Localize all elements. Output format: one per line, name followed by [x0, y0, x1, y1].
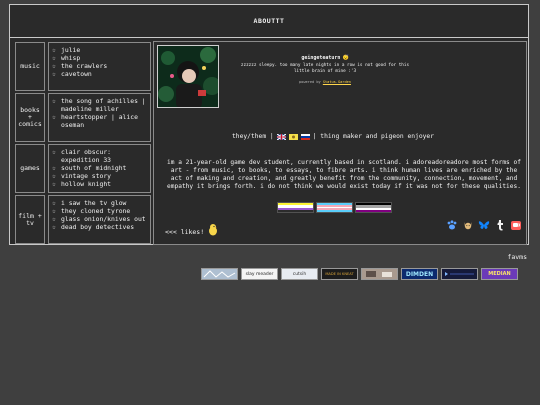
- bluesky-icon[interactable]: [478, 219, 490, 231]
- list-item: ☆ hollow knight: [52, 180, 112, 188]
- list-item: ☆ the crawlers: [52, 62, 108, 70]
- category-label: books + comics: [15, 93, 45, 142]
- fav-buttons-row: slay meader cutsih MADE IN KNEAT DIMDEN …: [201, 268, 518, 280]
- star-icon: ☆: [52, 172, 56, 180]
- category-label: music: [15, 42, 45, 91]
- sleepy-emoji-icon: 😴: [342, 55, 349, 61]
- fav-button[interactable]: DIMDEN: [401, 268, 438, 280]
- page-title: ABOUTTT: [10, 5, 528, 38]
- profile-panel: geingeteaturn 😴 zzzzzz sleepy. too many …: [153, 41, 527, 245]
- pride-banners: [277, 202, 392, 213]
- list-item: ☆ the song of achilles | madeline miller: [52, 97, 146, 113]
- fav-button[interactable]: slay meader: [241, 268, 278, 280]
- uk-flag-icon: [276, 133, 287, 140]
- status-widget: geingeteaturn 😴 zzzzzz sleepy. too many …: [232, 55, 418, 84]
- ace-flag-banner: [355, 202, 392, 213]
- star-icon: ☆: [52, 97, 56, 105]
- category-games: games ☆ clair obscur: expedition 33 ☆ sout…: [15, 144, 155, 193]
- list-item: ☆ clair obscur: expedition 33: [52, 148, 112, 164]
- fav-button[interactable]: MEDIAN: [481, 268, 518, 280]
- status-user: geingeteaturn 😴: [301, 55, 349, 61]
- cat-icon[interactable]: [462, 219, 474, 231]
- trans-flag-banner: [316, 202, 353, 213]
- category-list[interactable]: ☆ the song of achilles | madeline miller …: [48, 93, 151, 142]
- fav-button[interactable]: [201, 268, 238, 280]
- star-icon: ☆: [52, 223, 56, 231]
- list-item: ☆ julie: [52, 46, 81, 54]
- likes-link[interactable]: <<< likes!: [165, 223, 218, 236]
- fav-button[interactable]: [441, 268, 478, 280]
- list-item: ☆ vintage story: [52, 172, 112, 180]
- star-icon: ☆: [52, 207, 56, 215]
- star-icon: ☆: [52, 215, 56, 223]
- star-icon: ☆: [52, 46, 56, 54]
- category-music: music ☆ julie ☆ whisp ☆ the crawlers ☆ cavet…: [15, 42, 155, 91]
- category-list[interactable]: ☆ julie ☆ whisp ☆ the crawlers ☆ cavetown: [48, 42, 151, 91]
- star-icon: ☆: [52, 54, 56, 62]
- star-icon: ☆: [52, 180, 56, 188]
- star-icon: ☆: [52, 113, 56, 121]
- russia-flag-icon: [300, 133, 310, 140]
- nonbinary-flag-banner: [277, 202, 314, 213]
- status-credit: powered by Status.Garden: [299, 80, 351, 84]
- fav-button[interactable]: MADE IN KNEAT: [321, 268, 358, 280]
- star-icon: ☆: [52, 148, 56, 156]
- star-icon: ☆: [52, 164, 56, 172]
- category-film-tv: film + tv ☆ i saw the tv glow ☆ they clone…: [15, 195, 155, 244]
- list-item: ☆ i saw the tv glow: [52, 199, 127, 207]
- category-books-comics: books + comics ☆ the song of achilles | m…: [15, 93, 155, 142]
- category-label: games: [15, 144, 45, 193]
- fav-button[interactable]: [361, 268, 398, 280]
- favs-label: favms: [507, 253, 527, 261]
- bio-text: im a 21-year-old game dev student, curre…: [167, 159, 521, 190]
- list-item: ☆ cavetown: [52, 70, 92, 78]
- about-window: ABOUTTT music ☆ julie ☆ whisp ☆ the crawler…: [9, 4, 529, 245]
- ko-fi-icon[interactable]: [510, 219, 522, 231]
- category-label: film + tv: [15, 195, 45, 244]
- list-item: ☆ glass onion/knives out: [52, 215, 146, 223]
- list-item: ☆ south of midnight: [52, 164, 127, 172]
- star-icon: ☆: [52, 199, 56, 207]
- status-garden-link[interactable]: Status.Garden: [323, 80, 351, 84]
- fav-button[interactable]: cutsih: [281, 268, 318, 280]
- status-message: zzzzzz sleepy. too many late nights in a…: [240, 63, 410, 74]
- social-links: [446, 219, 522, 231]
- star-icon: ☆: [52, 62, 56, 70]
- yellow-flag-icon: [288, 133, 298, 140]
- category-list[interactable]: ☆ clair obscur: expedition 33 ☆ south of m…: [48, 144, 151, 193]
- list-item: ☆ whisp: [52, 54, 81, 62]
- category-list[interactable]: ☆ i saw the tv glow ☆ they cloned tyrone ☆…: [48, 195, 151, 244]
- paw-icon[interactable]: [446, 219, 458, 231]
- list-item: ☆ heartstopper | alice oseman: [52, 113, 138, 129]
- avatar: [157, 45, 219, 108]
- chick-icon: [209, 224, 218, 236]
- pronouns-line: they/them | | thing maker and pigeon enj…: [232, 133, 435, 140]
- list-item: ☆ dead boy detectives: [52, 223, 135, 231]
- list-item: ☆ they cloned tyrone: [52, 207, 131, 215]
- interests-column: music ☆ julie ☆ whisp ☆ the crawlers ☆ cavet…: [15, 42, 155, 246]
- tumblr-icon[interactable]: [494, 219, 506, 231]
- star-icon: ☆: [52, 70, 56, 78]
